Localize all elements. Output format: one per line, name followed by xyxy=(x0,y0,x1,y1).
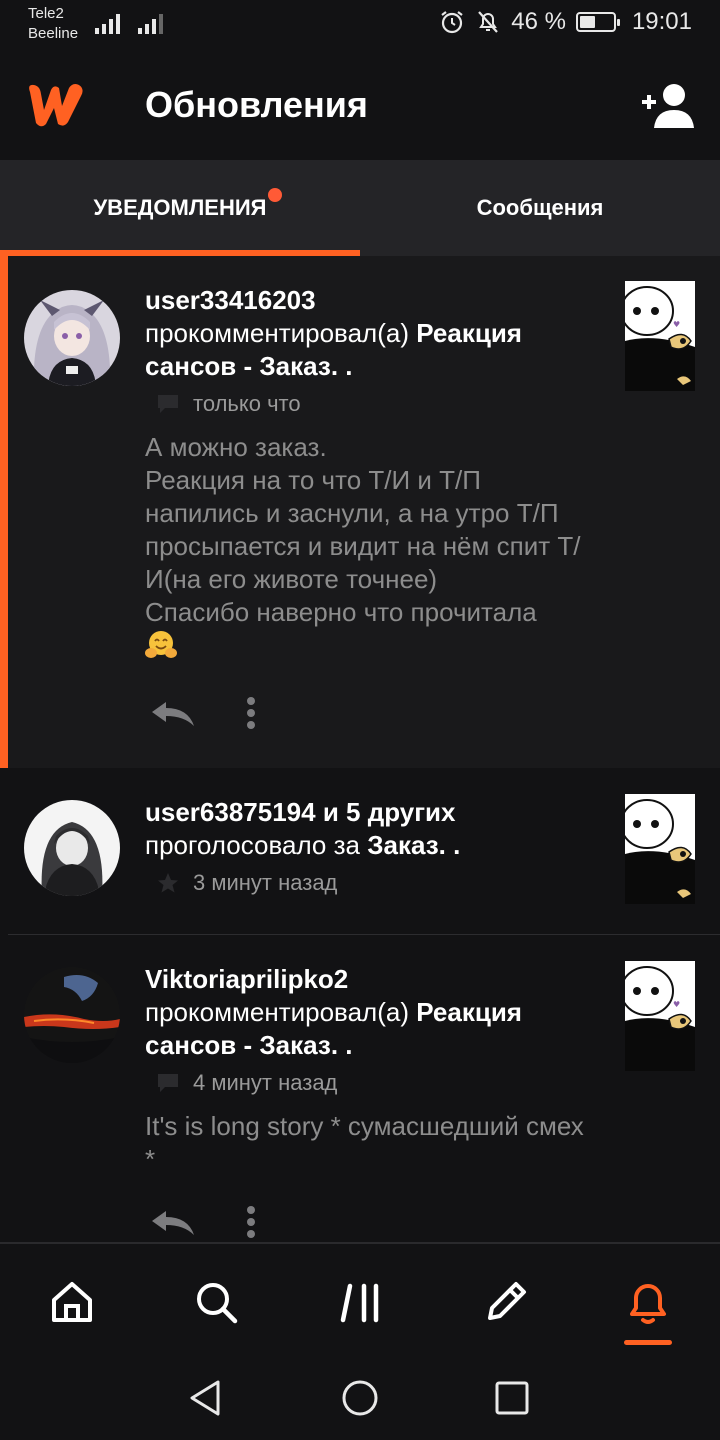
notification-feed[interactable]: ♥ user33416203 прокомментировал(а) Реакц… xyxy=(0,256,720,1242)
comment-icon xyxy=(158,1074,178,1092)
status-bar: Tele2 Beeline 46 % 19:01 xyxy=(0,0,720,54)
carrier-2: Beeline xyxy=(28,25,79,42)
avatar[interactable] xyxy=(24,800,120,896)
timestamp: 4 минут назад xyxy=(193,1070,338,1095)
username[interactable]: user33416203 xyxy=(145,284,595,317)
svg-text:♥: ♥ xyxy=(673,1000,680,1009)
unread-dot xyxy=(268,188,282,202)
back-icon[interactable] xyxy=(186,1378,226,1418)
wattpad-logo-icon[interactable] xyxy=(24,80,90,130)
more-options-icon[interactable] xyxy=(246,696,256,730)
signal-1-icon xyxy=(95,12,120,34)
story-title[interactable]: Заказ. xyxy=(367,830,446,860)
tab-messages[interactable]: Сообщения xyxy=(360,160,720,256)
battery-icon xyxy=(575,12,620,32)
page-title: Обновления xyxy=(145,84,368,125)
avatar[interactable] xyxy=(24,290,120,386)
notification-text: проголосовало за Заказ. . xyxy=(145,829,595,862)
username[interactable]: Viktoriaprilipko2 xyxy=(145,963,595,996)
notification-text: прокомментировал(а) Реакция сансов - Зак… xyxy=(145,996,595,1062)
story-cover[interactable]: ♥ xyxy=(625,281,695,391)
notification-meta: 3 минут назад xyxy=(145,870,595,896)
tab-notifications-label: УВЕДОМЛЕНИЯ xyxy=(93,195,267,220)
timestamp: только что xyxy=(193,391,301,416)
notification-item[interactable]: user63875194 и 5 других проголосовало за… xyxy=(0,768,720,935)
tab-notifications[interactable]: УВЕДОМЛЕНИЯ xyxy=(0,160,360,256)
tab-messages-label: Сообщения xyxy=(476,195,604,220)
reply-icon[interactable] xyxy=(150,698,196,728)
bottom-navigation xyxy=(0,1242,720,1358)
hugging-face-emoji-icon xyxy=(145,631,177,658)
alarm-icon xyxy=(441,11,463,34)
avatar[interactable] xyxy=(24,967,120,1063)
bell-icon[interactable] xyxy=(624,1278,672,1326)
active-tab-indicator xyxy=(624,1340,672,1345)
recents-icon[interactable] xyxy=(492,1378,532,1418)
star-icon xyxy=(158,873,178,893)
carrier-labels: Tele2 Beeline xyxy=(28,4,78,44)
action-text: прокомментировал(а) xyxy=(145,997,417,1027)
write-icon[interactable] xyxy=(482,1278,530,1326)
notification-meta: 4 минут назад xyxy=(145,1070,595,1096)
notification-actions xyxy=(150,1205,256,1239)
notification-content: user33416203 прокомментировал(а) Реакция… xyxy=(145,284,595,662)
notification-content: user63875194 и 5 других проголосовало за… xyxy=(145,796,595,896)
battery-percent: 46 % xyxy=(511,8,566,35)
notification-item[interactable]: ♥ Viktoriaprilipko2 прокомментировал(а) … xyxy=(0,935,720,1242)
title-suffix: . xyxy=(338,1030,353,1060)
timestamp: 3 минут назад xyxy=(193,870,338,895)
clock: 19:01 xyxy=(631,8,692,35)
action-text: прокомментировал(а) xyxy=(145,318,417,348)
comment-text: А можно заказ. Реакция на то что Т/И и Т… xyxy=(145,431,595,662)
svg-text:♥: ♥ xyxy=(673,320,680,329)
app-header: Обновления xyxy=(0,54,720,160)
more-options-icon[interactable] xyxy=(246,1205,256,1239)
home-icon[interactable] xyxy=(48,1278,96,1326)
notification-actions xyxy=(150,696,256,730)
story-cover[interactable]: ♥ xyxy=(625,961,695,1071)
system-navigation xyxy=(0,1358,720,1440)
title-suffix: . xyxy=(338,351,353,381)
mute-bell-icon xyxy=(478,11,499,33)
comment-text: It's is long story * сумасшедший смех * xyxy=(145,1111,584,1174)
comment-icon xyxy=(158,395,178,413)
username[interactable]: user63875194 и 5 других xyxy=(145,796,595,829)
reply-icon[interactable] xyxy=(150,1207,196,1237)
notification-text: прокомментировал(а) Реакция сансов - Зак… xyxy=(145,317,595,383)
action-text: проголосовало за xyxy=(145,830,368,860)
add-user-icon[interactable] xyxy=(640,82,696,128)
notification-content: Viktoriaprilipko2 прокомментировал(а) Ре… xyxy=(145,963,595,1176)
tab-bar: УВЕДОМЛЕНИЯ Сообщения xyxy=(0,160,720,256)
search-icon[interactable] xyxy=(192,1278,240,1326)
library-icon[interactable] xyxy=(338,1278,386,1326)
signal-2-icon xyxy=(138,12,163,34)
notification-item[interactable]: ♥ user33416203 прокомментировал(а) Реакц… xyxy=(0,256,720,768)
home-circle-icon[interactable] xyxy=(340,1378,380,1418)
comment-body: А можно заказ. Реакция на то что Т/И и Т… xyxy=(145,432,581,627)
story-cover[interactable] xyxy=(625,794,695,904)
notification-meta: только что xyxy=(145,391,595,417)
title-suffix: . xyxy=(445,830,461,860)
carrier-1: Tele2 xyxy=(28,5,64,22)
